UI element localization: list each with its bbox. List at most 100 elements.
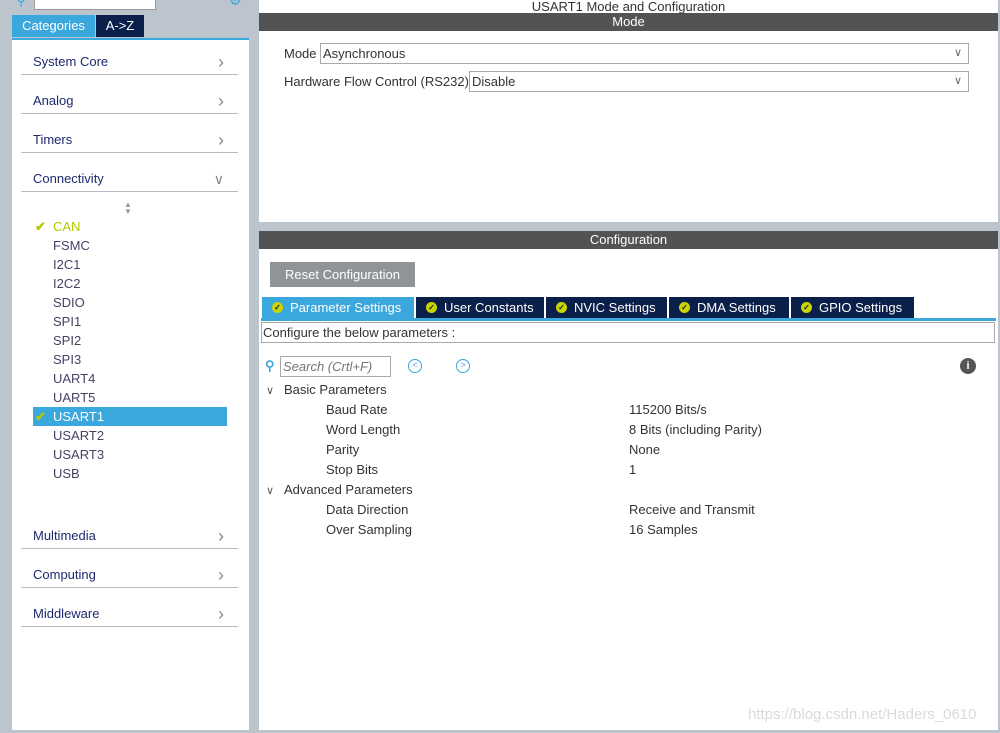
parameter-row[interactable]: Over Sampling 16 Samples [326, 520, 966, 540]
check-circle-icon: ✓ [272, 302, 283, 313]
check-circle-icon: ✓ [679, 302, 690, 313]
tab-categories[interactable]: Categories [12, 15, 95, 37]
sidebar-category-timers[interactable]: Timers › [21, 127, 238, 153]
check-circle-icon: ✓ [801, 302, 812, 313]
tab-label: DMA Settings [697, 300, 776, 315]
tab-label: Parameter Settings [290, 300, 402, 315]
category-label: Multimedia [33, 528, 96, 543]
item-label: SPI3 [53, 352, 82, 367]
sidebar-item-usart2[interactable]: USART2 [33, 426, 227, 445]
item-label: CAN [53, 219, 81, 234]
chevron-down-icon: ∨ [953, 75, 962, 87]
tab-nvic-settings[interactable]: ✓ NVIC Settings [546, 297, 668, 318]
tab-label: User Constants [444, 300, 534, 315]
watermark: https://blog.csdn.net/Haders_0610 [748, 706, 977, 723]
chevron-down-icon[interactable]: ∨ [266, 381, 284, 401]
previous-icon[interactable]: < [408, 359, 422, 373]
sidebar-item-usb[interactable]: USB [33, 464, 227, 483]
parameter-value[interactable]: None [629, 440, 660, 460]
category-label: Connectivity [33, 171, 104, 186]
item-label: UART5 [53, 390, 96, 405]
chevron-right-icon: › [218, 604, 224, 624]
sidebar-item-spi1[interactable]: SPI1 [33, 312, 227, 331]
sidebar-category-analog[interactable]: Analog › [21, 88, 238, 114]
tab-gpio-settings[interactable]: ✓ GPIO Settings [791, 297, 915, 318]
parameter-group[interactable]: ∨ Advanced Parameters [266, 480, 966, 500]
search-icon: ⚲ [265, 358, 275, 373]
configuration-header: Configuration [259, 231, 998, 249]
page-title: USART1 Mode and Configuration [531, 0, 726, 14]
parameter-name: Over Sampling [326, 522, 412, 537]
mode-label: Mode [284, 46, 317, 61]
parameter-value[interactable]: 1 [629, 460, 636, 480]
parameter-row[interactable]: Stop Bits 1 [326, 460, 966, 480]
parameter-row[interactable]: Baud Rate 115200 Bits/s [326, 400, 966, 420]
item-label: SPI1 [53, 314, 82, 329]
parameter-name: Baud Rate [326, 402, 388, 417]
sidebar-category-computing[interactable]: Computing › [21, 562, 238, 588]
info-icon[interactable]: i [960, 358, 976, 374]
tabs-underline [261, 318, 996, 321]
hwfc-value: Disable [472, 74, 516, 89]
check-icon: ✔ [35, 409, 46, 424]
category-label: Timers [33, 132, 73, 147]
sidebar-item-i2c1[interactable]: I2C1 [33, 255, 227, 274]
parameter-search-input[interactable] [280, 356, 391, 377]
sidebar-category-connectivity[interactable]: Connectivity ∨ [21, 166, 238, 192]
parameter-value[interactable]: 8 Bits (including Parity) [629, 420, 762, 440]
parameter-name: Data Direction [326, 502, 409, 517]
chevron-right-icon: › [218, 565, 224, 585]
parameter-row[interactable]: Parity None [326, 440, 966, 460]
parameter-value[interactable]: 115200 Bits/s [629, 400, 707, 420]
parameter-value[interactable]: Receive and Transmit [629, 500, 755, 520]
chevron-right-icon: › [218, 91, 224, 111]
category-label: Analog [33, 93, 74, 108]
mode-value: Asynchronous [323, 46, 406, 61]
parameter-value[interactable]: 16 Samples [629, 520, 698, 540]
parameter-name: Word Length [326, 422, 401, 437]
sidebar-item-spi3[interactable]: SPI3 [33, 350, 227, 369]
hwfc-select[interactable]: Disable ∨ [469, 71, 969, 92]
parameter-name: Stop Bits [326, 462, 379, 477]
sidebar-category-middleware[interactable]: Middleware › [21, 601, 238, 627]
item-label: USART2 [53, 428, 105, 443]
parameter-row[interactable]: Word Length 8 Bits (including Parity) [326, 420, 966, 440]
sidebar-item-uart4[interactable]: UART4 [33, 369, 227, 388]
category-label: System Core [33, 54, 109, 69]
sidebar-category-system-core[interactable]: System Core › [21, 49, 238, 75]
tab-parameter-settings[interactable]: ✓ Parameter Settings [262, 297, 415, 318]
next-icon[interactable]: > [456, 359, 470, 373]
sidebar-item-can[interactable]: ✔ CAN [33, 217, 227, 236]
parameter-group[interactable]: ∨ Basic Parameters [266, 380, 966, 400]
tab-label: NVIC Settings [574, 300, 656, 315]
tab-dma-settings[interactable]: ✓ DMA Settings [669, 297, 790, 318]
sort-icon[interactable]: ▲ ▼ [124, 201, 132, 216]
parameter-row[interactable]: Data Direction Receive and Transmit [326, 500, 966, 520]
sidebar-item-sdio[interactable]: SDIO [33, 293, 227, 312]
sidebar-item-usart3[interactable]: USART3 [33, 445, 227, 464]
chevron-down-icon: ∨ [953, 47, 962, 59]
sidebar-item-spi2[interactable]: SPI2 [33, 331, 227, 350]
item-label: USB [53, 466, 80, 481]
reset-configuration-button[interactable]: Reset Configuration [270, 262, 415, 287]
item-label: SPI2 [53, 333, 82, 348]
item-label: USART1 [53, 409, 105, 424]
sidebar-item-i2c2[interactable]: I2C2 [33, 274, 227, 293]
tab-user-constants[interactable]: ✓ User Constants [416, 297, 545, 318]
sidebar-item-usart1[interactable]: ✔ USART1 [33, 407, 227, 426]
item-label: UART4 [53, 371, 96, 386]
sidebar-search-input[interactable] [34, 0, 156, 10]
parameter-name: Parity [326, 442, 360, 457]
sidebar-item-fsmc[interactable]: FSMC [33, 236, 227, 255]
item-label: USART3 [53, 447, 105, 462]
sidebar-category-multimedia[interactable]: Multimedia › [21, 523, 238, 549]
tab-a-z[interactable]: A->Z [96, 15, 144, 37]
chevron-right-icon: › [218, 130, 224, 150]
sidebar-item-uart5[interactable]: UART5 [33, 388, 227, 407]
mode-select[interactable]: Asynchronous ∨ [320, 43, 969, 64]
search-icon: ⚲ [16, 0, 27, 8]
item-label: SDIO [53, 295, 85, 310]
chevron-down-icon[interactable]: ∨ [266, 481, 284, 501]
category-label: Middleware [33, 606, 100, 621]
gear-icon[interactable]: ⚙ [229, 0, 242, 9]
